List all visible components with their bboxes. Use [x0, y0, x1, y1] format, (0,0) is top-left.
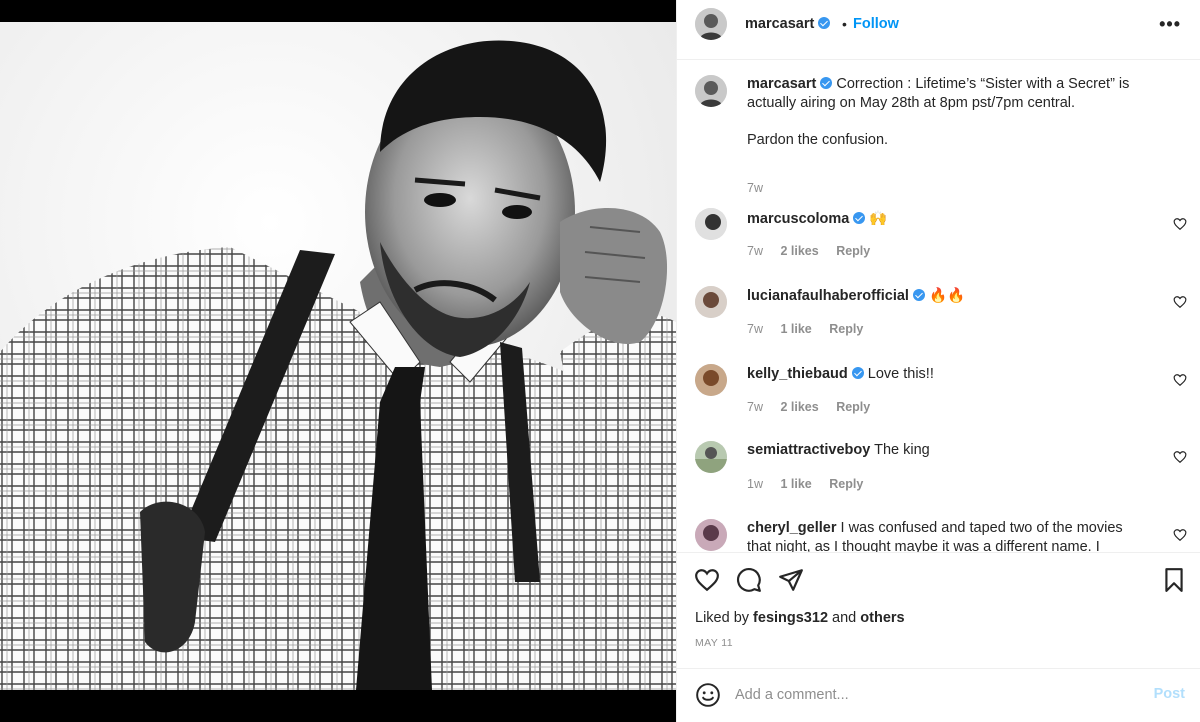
liked-by-others[interactable]: others [860, 610, 904, 626]
post-photo[interactable] [0, 22, 676, 690]
liked-by-prefix: Liked by [695, 610, 750, 626]
like-heart-icon[interactable] [694, 567, 720, 593]
avatar-image [695, 441, 727, 473]
comment-meta: 7w 1 like Reply [747, 322, 877, 336]
comment-heart-icon[interactable] [1173, 217, 1187, 231]
avatar[interactable] [695, 8, 727, 40]
separator-dot: • [842, 16, 847, 32]
reply-button[interactable]: Reply [836, 400, 870, 414]
comment-likes[interactable]: 1 like [780, 322, 811, 336]
verified-badge-icon [912, 289, 925, 301]
reply-button[interactable]: Reply [836, 244, 870, 258]
avatar-image [695, 75, 727, 107]
save-bookmark-icon[interactable] [1161, 567, 1187, 593]
caption-time[interactable]: 7w [747, 181, 763, 195]
avatar-image [695, 8, 727, 40]
comment-time[interactable]: 7w [747, 244, 763, 258]
comment-likes[interactable]: 2 likes [780, 400, 818, 414]
comment-username[interactable]: cheryl_geller [747, 520, 836, 536]
post-media[interactable] [0, 0, 676, 722]
comment-body: kelly_thiebaud Love this!! [747, 365, 1157, 384]
avatar-image [695, 286, 727, 318]
comment-username[interactable]: marcuscoloma [747, 211, 849, 227]
caption-body: marcasart Correction : Lifetime’s “Siste… [747, 75, 1157, 150]
liked-by-user[interactable]: fesings312 [753, 610, 828, 626]
verified-badge-icon [853, 212, 866, 224]
avatar[interactable] [695, 441, 727, 473]
portrait-illustration [0, 22, 676, 690]
comment-heart-icon[interactable] [1173, 450, 1187, 464]
avatar[interactable] [695, 75, 727, 107]
caption-text-line1: Correction : Lifetime’s “Sister with a S… [836, 76, 1130, 92]
verified-badge-icon [818, 17, 831, 29]
comment-text: I was confused and taped two of the movi… [840, 520, 1123, 536]
avatar[interactable] [695, 208, 727, 240]
comment-meta: 1w 1 like Reply [747, 477, 877, 491]
author-username[interactable]: marcasart [745, 16, 831, 32]
caption-text-line3: Pardon the confusion. [747, 132, 889, 148]
avatar[interactable] [695, 519, 727, 551]
comment-heart-icon[interactable] [1173, 373, 1187, 387]
comment-text: Love this!! [867, 366, 934, 382]
comment-body: lucianafaulhaberofficial 🔥🔥 [747, 287, 1157, 306]
liked-by-and: and [832, 610, 857, 626]
post-comment-button[interactable]: Post [1154, 686, 1185, 702]
comment-composer: Post [677, 668, 1200, 722]
liked-by: Liked by fesings312 and others [695, 610, 905, 626]
comment-username[interactable]: semiattractiveboy [747, 442, 870, 458]
comment-meta: 7w 2 likes Reply [747, 400, 884, 414]
comment-text: The king [874, 442, 930, 458]
caption-username[interactable]: marcasart [747, 76, 816, 92]
avatar[interactable] [695, 364, 727, 396]
comments-list[interactable]: marcasart Correction : Lifetime’s “Siste… [677, 61, 1200, 552]
avatar-image [695, 208, 727, 240]
avatar[interactable] [695, 286, 727, 318]
comment-meta: 7w 2 likes Reply [747, 244, 884, 258]
comment-username[interactable]: lucianafaulhaberofficial [747, 288, 909, 304]
comment-time[interactable]: 7w [747, 322, 763, 336]
comment-heart-icon[interactable] [1173, 295, 1187, 309]
reply-button[interactable]: Reply [829, 322, 863, 336]
comment-icon[interactable] [736, 567, 762, 593]
comment-heart-icon[interactable] [1173, 528, 1187, 542]
post-header: marcasart • Follow ••• [677, 0, 1200, 60]
share-send-icon[interactable] [778, 567, 804, 593]
post-actions: Liked by fesings312 and others MAY 11 [677, 552, 1200, 668]
comment-text: 🔥🔥 [929, 288, 966, 304]
verified-badge-icon [851, 367, 864, 379]
avatar-image [695, 519, 727, 551]
comment-time[interactable]: 1w [747, 477, 763, 491]
avatar-image [695, 364, 727, 396]
follow-button[interactable]: Follow [853, 16, 899, 32]
post-sidebar: marcasart • Follow ••• marcasart Correct… [676, 0, 1200, 722]
comment-likes[interactable]: 1 like [780, 477, 811, 491]
comment-time[interactable]: 7w [747, 400, 763, 414]
caption-text-line2: actually airing on May 28th at 8pm pst/7… [747, 95, 1076, 111]
verified-badge-icon [820, 77, 833, 89]
comment-body: cheryl_geller I was confused and taped t… [747, 519, 1157, 552]
comment-text-line2: that night, as I thought maybe it was a … [747, 539, 1100, 552]
caption-meta: 7w [747, 181, 777, 195]
comment-body: semiattractiveboy The king [747, 441, 1157, 460]
comment-body: marcuscoloma 🙌 [747, 210, 1157, 229]
comment-text: 🙌 [869, 211, 888, 227]
post-date[interactable]: MAY 11 [695, 637, 733, 649]
comment-likes[interactable]: 2 likes [780, 244, 818, 258]
comment-username[interactable]: kelly_thiebaud [747, 366, 848, 382]
reply-button[interactable]: Reply [829, 477, 863, 491]
author-username-text[interactable]: marcasart [745, 16, 814, 32]
more-options-icon[interactable]: ••• [1159, 14, 1181, 35]
emoji-icon[interactable] [695, 682, 721, 708]
comment-input[interactable] [735, 683, 1115, 707]
